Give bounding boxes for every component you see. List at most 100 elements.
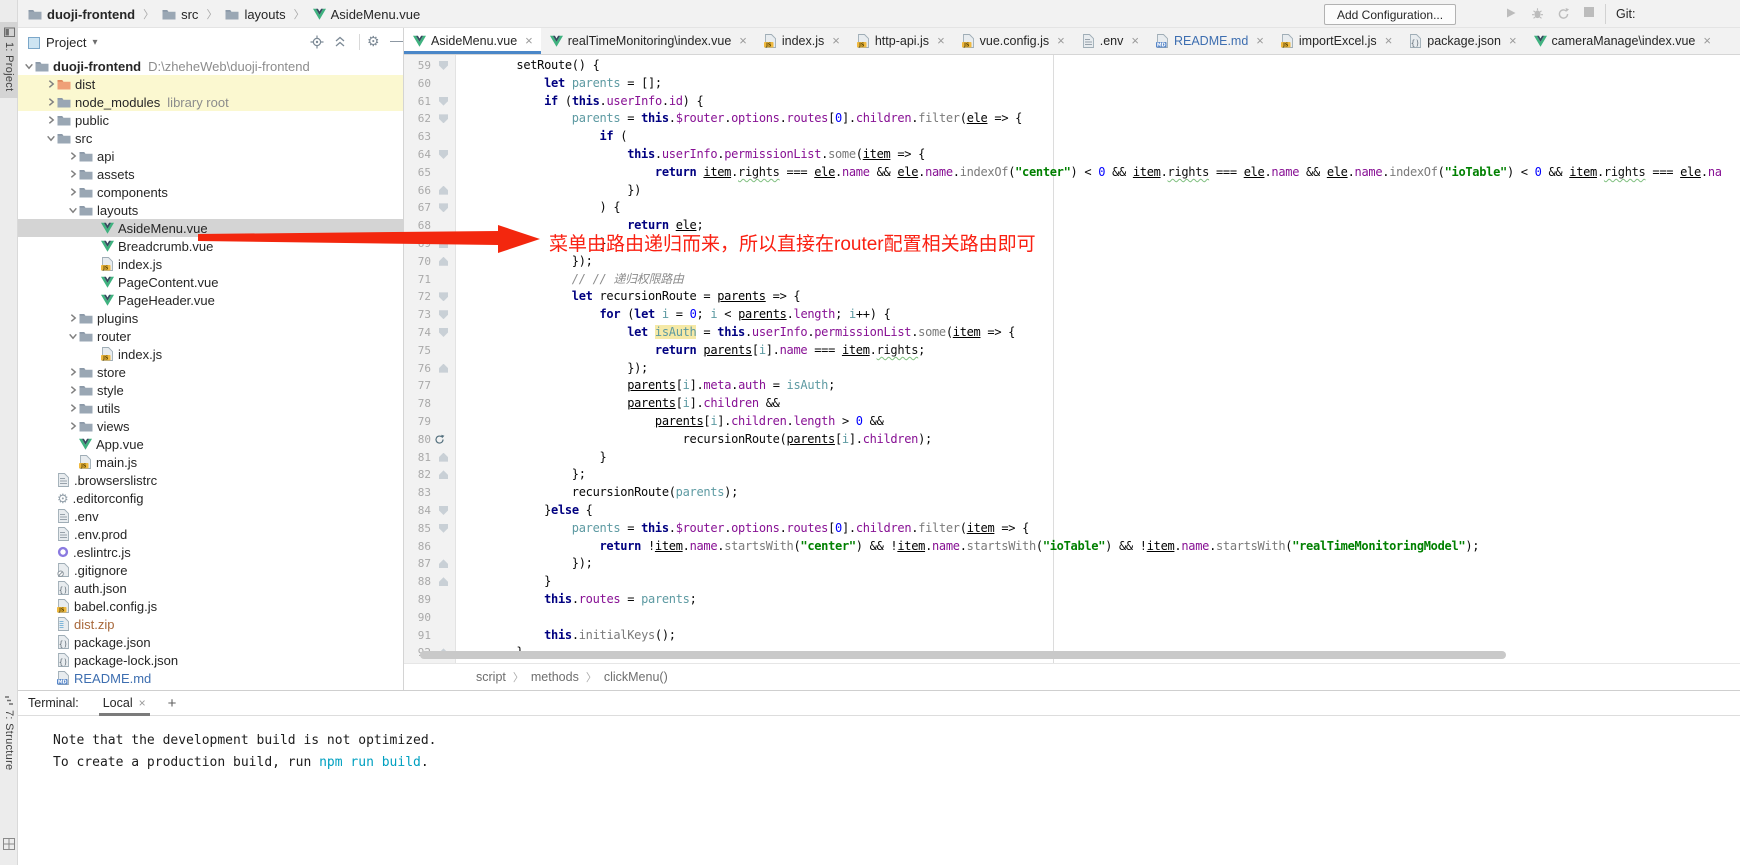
breadcrumb-item-src[interactable]: src	[162, 7, 198, 22]
close-icon[interactable]: ×	[139, 696, 146, 710]
tab-close-icon[interactable]: ×	[739, 36, 747, 46]
tree-item-src[interactable]: src	[18, 129, 403, 147]
run-icon[interactable]	[1505, 7, 1517, 19]
editor-tab-vue-config-js[interactable]: JSvue.config.js×	[953, 28, 1073, 54]
fold-marker-icon[interactable]	[439, 97, 448, 106]
chevron-right-icon[interactable]	[68, 169, 79, 179]
code-line[interactable]: return !item.name.startsWith("center") &…	[461, 538, 1479, 556]
tab-close-icon[interactable]: ×	[832, 36, 840, 46]
code-line[interactable]: let recursionRoute = parents => {	[461, 288, 800, 306]
editor-tab-cameramanage-index-vue[interactable]: cameraManage\index.vue×	[1525, 28, 1719, 54]
code-line[interactable]: parents[i].children.length > 0 &&	[461, 413, 884, 431]
tree-item-store[interactable]: store	[18, 363, 403, 381]
terminal-output[interactable]: Note that the development build is not o…	[18, 716, 1740, 774]
code-line[interactable]: for (let i = 0; i < parents.length; i++)…	[461, 306, 891, 324]
tab-close-icon[interactable]: ×	[1509, 36, 1517, 46]
code-line[interactable]: }	[461, 449, 606, 467]
tree-item-plugins[interactable]: plugins	[18, 309, 403, 327]
fold-marker-icon[interactable]	[439, 328, 448, 337]
code-line[interactable]: // // 递归权限路由	[461, 271, 684, 289]
tab-close-icon[interactable]: ×	[525, 36, 533, 46]
breadcrumb-item-duoji-frontend[interactable]: duoji-frontend	[28, 7, 135, 22]
tab-close-icon[interactable]: ×	[1385, 36, 1393, 46]
editor-tab-http-api-js[interactable]: JShttp-api.js×	[848, 28, 953, 54]
toolwindow-tab-project[interactable]: 1: Project	[0, 22, 18, 98]
terminal-tab-local[interactable]: Local ×	[97, 691, 152, 716]
tree-item-index-js[interactable]: JSindex.js	[18, 255, 403, 273]
code-line[interactable]: recursionRoute(parents);	[461, 484, 738, 502]
fold-marker-icon[interactable]	[439, 114, 448, 123]
tree-item-public[interactable]: public	[18, 111, 403, 129]
tree-item-layouts[interactable]: layouts	[18, 201, 403, 219]
tree-item-readme-md[interactable]: MDREADME.md	[18, 669, 403, 687]
git-branch-widget[interactable]: Git:	[1616, 0, 1635, 28]
chevron-right-icon[interactable]	[68, 367, 79, 377]
chevron-down-icon[interactable]	[68, 331, 79, 341]
tree-item-auth-json[interactable]: {)auth.json	[18, 579, 403, 597]
fold-marker-icon[interactable]	[439, 470, 448, 479]
tree-item-app-vue[interactable]: App.vue	[18, 435, 403, 453]
tree-item-router[interactable]: router	[18, 327, 403, 345]
editor-breadcrumb-script[interactable]: script	[476, 670, 506, 684]
tree-item-env-prod[interactable]: .env.prod	[18, 525, 403, 543]
chevron-down-icon[interactable]	[46, 133, 57, 143]
gear-icon[interactable]: ⚙	[367, 33, 380, 50]
chevron-right-icon[interactable]	[68, 187, 79, 197]
tree-item-views[interactable]: views	[18, 417, 403, 435]
tree-item-dist-zip[interactable]: dist.zip	[18, 615, 403, 633]
fold-marker-icon[interactable]	[439, 506, 448, 515]
fold-marker-icon[interactable]	[439, 186, 448, 195]
tree-item-dist[interactable]: dist	[18, 75, 403, 93]
fold-marker-icon[interactable]	[439, 203, 448, 212]
chevron-right-icon[interactable]	[68, 403, 79, 413]
tree-item-env[interactable]: .env	[18, 507, 403, 525]
chevron-right-icon[interactable]	[46, 79, 57, 89]
code-line[interactable]: parents[i].children &&	[461, 395, 780, 413]
fold-marker-icon[interactable]	[439, 559, 448, 568]
code-editor[interactable]: 5960616263646566676869707172737475767778…	[404, 55, 1740, 663]
breadcrumb-item-asidemenu-vue[interactable]: AsideMenu.vue	[313, 7, 421, 22]
tree-item-gitignore[interactable]: .gitignore	[18, 561, 403, 579]
chevron-down-icon[interactable]	[68, 205, 79, 215]
breadcrumb-item-layouts[interactable]: layouts	[225, 7, 285, 22]
code-line[interactable]: });	[461, 555, 593, 573]
tab-close-icon[interactable]: ×	[1703, 36, 1711, 46]
tab-close-icon[interactable]: ×	[1256, 36, 1264, 46]
code-line[interactable]: let parents = [];	[461, 75, 662, 93]
tab-close-icon[interactable]: ×	[937, 36, 945, 46]
chevron-down-icon[interactable]	[24, 61, 35, 71]
chevron-right-icon[interactable]	[68, 151, 79, 161]
hide-panel-icon[interactable]: —	[390, 33, 403, 48]
fold-marker-icon[interactable]	[439, 239, 448, 248]
tree-item-components[interactable]: components	[18, 183, 403, 201]
code-line[interactable]: }	[461, 573, 551, 591]
project-view-selector[interactable]: Project	[46, 35, 86, 50]
tree-item-breadcrumb-vue[interactable]: Breadcrumb.vue	[18, 237, 403, 255]
code-line[interactable]: if (this.userInfo.id) {	[461, 93, 703, 111]
tree-item-utils[interactable]: utils	[18, 399, 403, 417]
tree-item-main-js[interactable]: JSmain.js	[18, 453, 403, 471]
tree-item-assets[interactable]: assets	[18, 165, 403, 183]
chevron-right-icon[interactable]	[68, 421, 79, 431]
code-line[interactable]: let isAuth = this.userInfo.permissionLis…	[461, 324, 1015, 342]
fold-marker-icon[interactable]	[439, 453, 448, 462]
editor-tab-realtimemonitoring-index-vue[interactable]: realTimeMonitoring\index.vue×	[541, 28, 755, 54]
code-line[interactable]: parents = this.$router.options.routes[0]…	[461, 110, 1022, 128]
code-line[interactable]: };	[461, 466, 586, 484]
tree-item-eslintrc-js[interactable]: .eslintrc.js	[18, 543, 403, 561]
code-line[interactable]: this.userInfo.permissionList.some(item =…	[461, 146, 925, 164]
horizontal-scrollbar[interactable]	[420, 651, 1506, 659]
locate-file-icon[interactable]	[310, 35, 324, 49]
tree-item-pagecontent-vue[interactable]: PageContent.vue	[18, 273, 403, 291]
code-line[interactable]: parents[i].meta.auth = isAuth;	[461, 377, 835, 395]
fold-marker-icon[interactable]	[439, 292, 448, 301]
chevron-right-icon[interactable]	[46, 115, 57, 125]
debug-icon[interactable]	[1531, 7, 1544, 20]
tree-item-asidemenu-vue[interactable]: AsideMenu.vue	[18, 219, 403, 237]
editor-tab-importexcel-js[interactable]: JSimportExcel.js×	[1272, 28, 1400, 54]
tool-windows-icon[interactable]	[3, 838, 15, 850]
fold-marker-icon[interactable]	[439, 524, 448, 533]
editor-tab-package-json[interactable]: {)package.json×	[1400, 28, 1524, 54]
fold-marker-icon[interactable]	[439, 150, 448, 159]
fold-marker-icon[interactable]	[439, 310, 448, 319]
